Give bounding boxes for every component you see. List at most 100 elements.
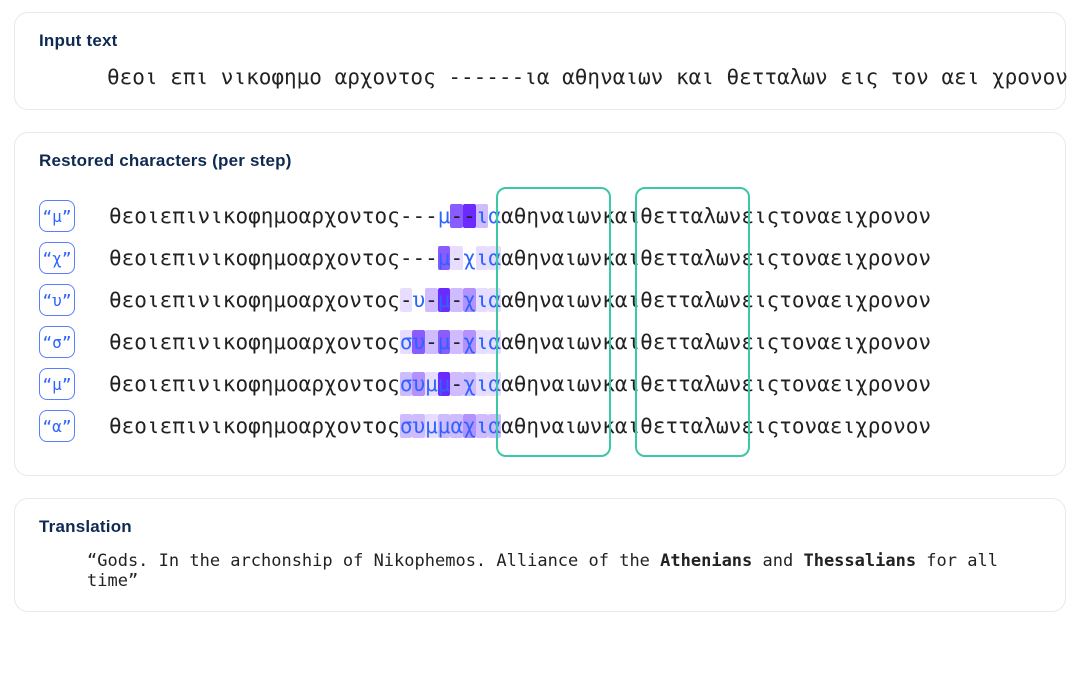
token: νικοφημο <box>198 246 299 270</box>
translation-mid: and <box>752 551 803 571</box>
token: τον <box>779 288 817 312</box>
slot-char: - <box>400 246 413 270</box>
token: αει <box>817 330 855 354</box>
token: αει <box>817 288 855 312</box>
token: χρονον <box>855 288 931 312</box>
slot-char: μ <box>425 414 438 438</box>
slot-char: μ <box>425 372 438 396</box>
token: αει <box>817 372 855 396</box>
token: επι <box>160 288 198 312</box>
step-tag: “μ” <box>39 200 75 232</box>
token: τον <box>779 414 817 438</box>
slot-char: - <box>450 288 463 312</box>
token: αρχοντος <box>299 288 400 312</box>
slot-char: - <box>450 372 463 396</box>
token: επι <box>160 414 198 438</box>
slot-char: χ <box>463 246 476 270</box>
slot-char: - <box>425 330 438 354</box>
slot-char: - <box>463 204 476 228</box>
translation-text: “Gods. In the archonship of Nikophemos. … <box>87 551 1041 591</box>
token: νικοφημο <box>198 204 299 228</box>
slot-char: μ <box>438 330 451 354</box>
highlight-box-athenians <box>496 187 611 457</box>
token: νικοφημο <box>198 414 299 438</box>
tail-char: ι <box>476 204 489 228</box>
heading-restored: Restored characters (per step) <box>39 151 1041 171</box>
tail-char: ι <box>476 246 489 270</box>
slot-char: - <box>412 246 425 270</box>
token: νικοφημο <box>198 372 299 396</box>
slot-char: - <box>425 288 438 312</box>
token: νικοφημο <box>198 288 299 312</box>
token: αρχοντος <box>299 414 400 438</box>
slot-char: - <box>425 204 438 228</box>
slot-char: υ <box>412 330 425 354</box>
slot-char: χ <box>463 330 476 354</box>
token: θεοι <box>109 288 160 312</box>
slot-char: υ <box>412 414 425 438</box>
token: θεοι <box>109 372 160 396</box>
slot-char: - <box>400 204 413 228</box>
slot-char: μ <box>438 372 451 396</box>
step-tag: “χ” <box>39 242 75 274</box>
token: αρχοντος <box>299 246 400 270</box>
heading-input: Input text <box>39 31 1041 51</box>
token: αει <box>817 414 855 438</box>
slot-char: μ <box>438 288 451 312</box>
token: θεοι <box>109 330 160 354</box>
input-text-line: θεοι επι νικοφημο αρχοντος ------ια αθην… <box>107 65 1041 89</box>
token: επι <box>160 330 198 354</box>
slot-char: - <box>425 246 438 270</box>
slot-char: χ <box>463 288 476 312</box>
token: επι <box>160 246 198 270</box>
translation-bold-athenians: Athenians <box>660 551 752 571</box>
slot-char: σ <box>400 372 413 396</box>
token: επι <box>160 204 198 228</box>
card-input-text: Input text θεοι επι νικοφημο αρχοντος --… <box>14 12 1066 110</box>
highlight-box-thessalians <box>635 187 750 457</box>
slot-char: χ <box>463 372 476 396</box>
token: χρονον <box>855 330 931 354</box>
tail-char: ι <box>476 414 489 438</box>
slot-char: υ <box>412 288 425 312</box>
slot-char: - <box>412 204 425 228</box>
token: επι <box>160 372 198 396</box>
token: τον <box>779 246 817 270</box>
translation-bold-thessalians: Thessalians <box>803 551 916 571</box>
slot-char: μ <box>438 246 451 270</box>
slot-char: υ <box>412 372 425 396</box>
token: χρονον <box>855 204 931 228</box>
slot-char: - <box>450 204 463 228</box>
step-tag: “σ” <box>39 326 75 358</box>
slot-char: - <box>450 246 463 270</box>
card-restored: Restored characters (per step) “μ” θεοι ε… <box>14 132 1066 476</box>
slot-char: - <box>450 330 463 354</box>
step-tag: “μ” <box>39 368 75 400</box>
token: χρονον <box>855 246 931 270</box>
translation-pre: “Gods. In the archonship of Nikophemos. … <box>87 551 660 571</box>
token: τον <box>779 204 817 228</box>
restoration-steps: “μ”θεοι επι νικοφημο αρχοντος ---μ--ια α… <box>39 185 1041 465</box>
token: θεοι <box>109 414 160 438</box>
tail-char: ι <box>476 288 489 312</box>
card-translation: Translation “Gods. In the archonship of … <box>14 498 1066 612</box>
step-tag: “υ” <box>39 284 75 316</box>
token: χρονον <box>855 414 931 438</box>
slot-char: χ <box>463 414 476 438</box>
token: θεοι <box>109 246 160 270</box>
slot-char: σ <box>400 330 413 354</box>
slot-char: α <box>450 414 463 438</box>
token: αρχοντος <box>299 372 400 396</box>
step-tag: “α” <box>39 410 75 442</box>
token: τον <box>779 330 817 354</box>
tail-char: ι <box>476 372 489 396</box>
token: αει <box>817 204 855 228</box>
slot-char: μ <box>438 414 451 438</box>
slot-char: μ <box>438 204 451 228</box>
token: αρχοντος <box>299 204 400 228</box>
token: νικοφημο <box>198 330 299 354</box>
heading-translation: Translation <box>39 517 1041 537</box>
token: τον <box>779 372 817 396</box>
token: αρχοντος <box>299 330 400 354</box>
token: χρονον <box>855 372 931 396</box>
